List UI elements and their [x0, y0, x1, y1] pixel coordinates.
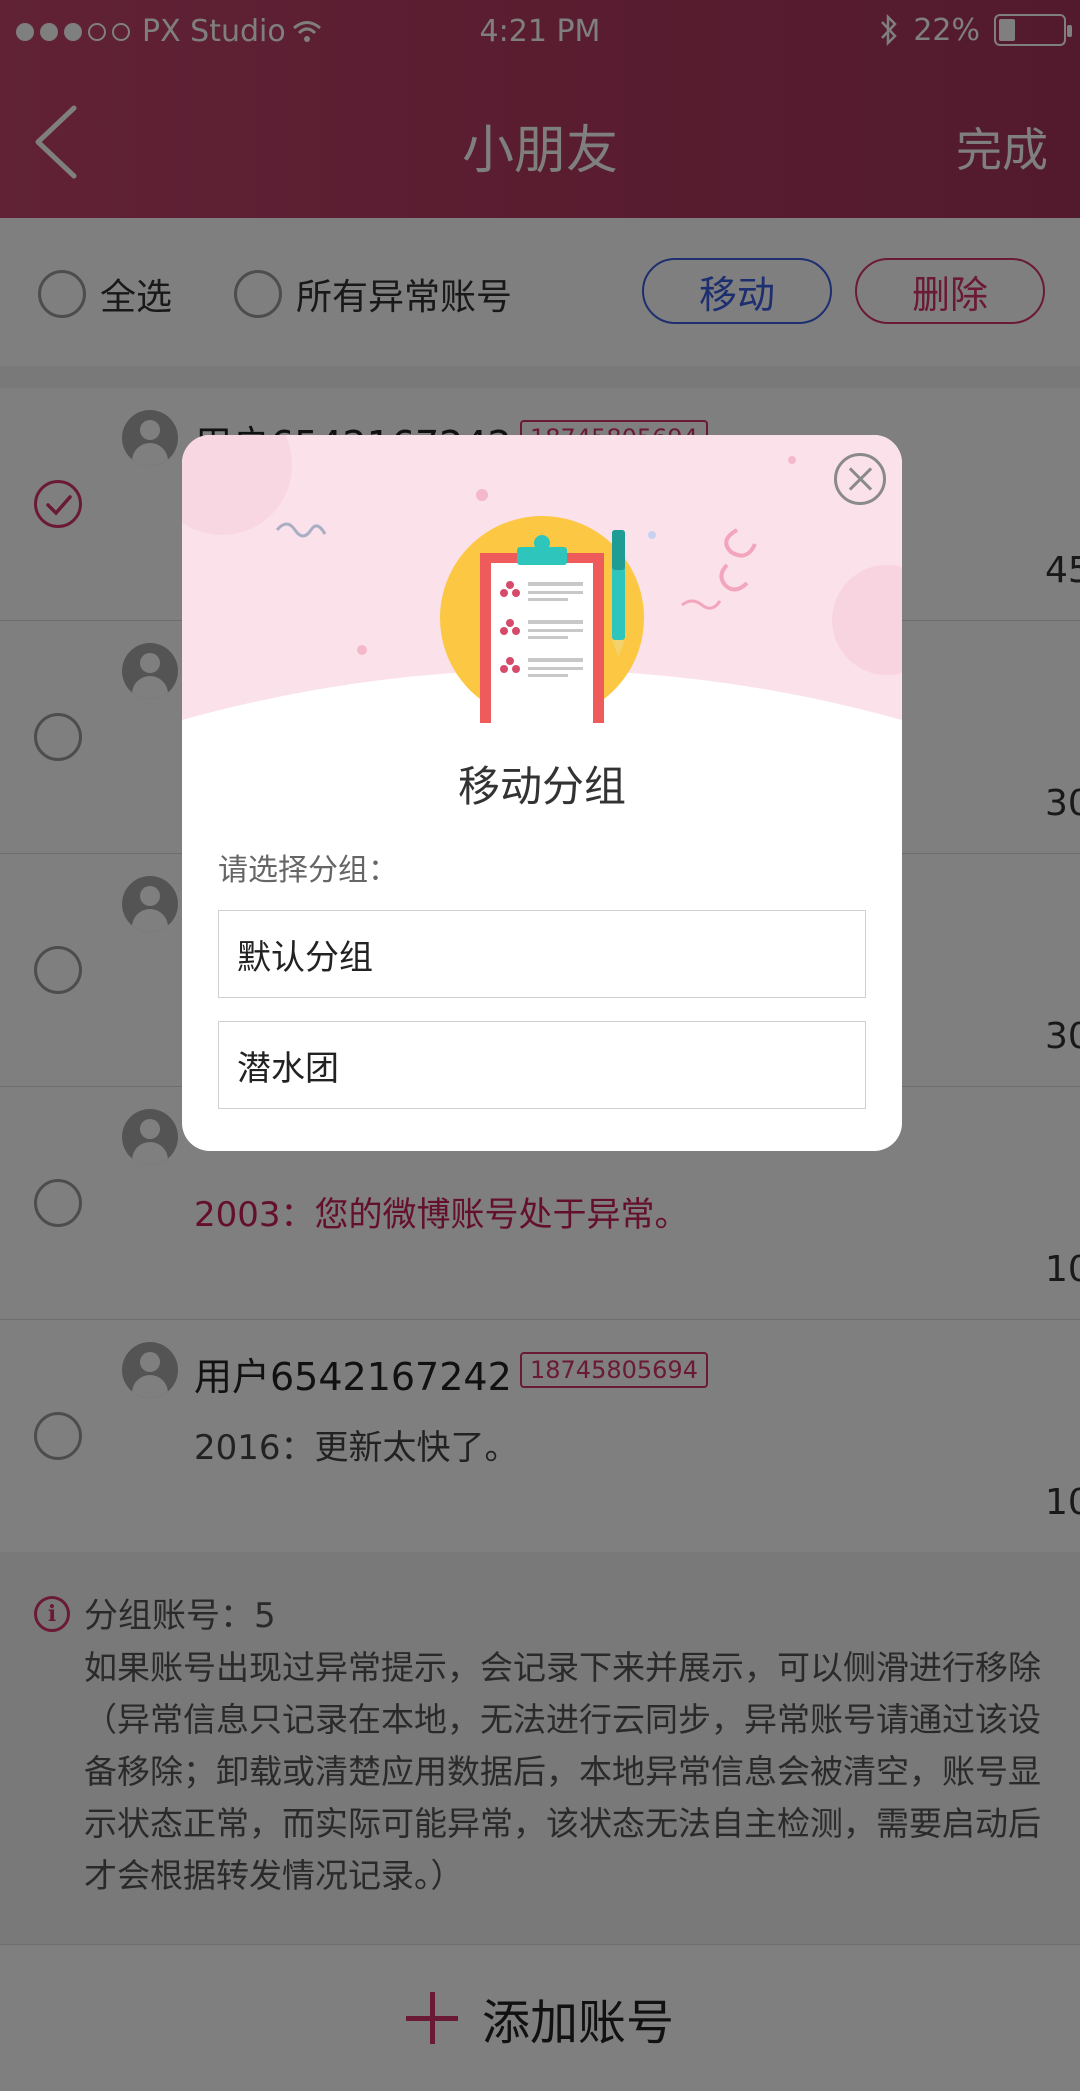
dialog-prompt: 请选择分组： — [218, 853, 398, 888]
group-option-diving[interactable]: 潜水团 — [218, 1021, 866, 1109]
dialog-title: 移动分组 — [457, 762, 626, 811]
move-group-dialog: 移动分组 请选择分组： 默认分组 潜水团 — [182, 435, 902, 1151]
group-option-default[interactable]: 默认分组 — [218, 910, 866, 998]
close-icon[interactable] — [834, 453, 886, 505]
clipboard-illustration — [182, 435, 902, 755]
